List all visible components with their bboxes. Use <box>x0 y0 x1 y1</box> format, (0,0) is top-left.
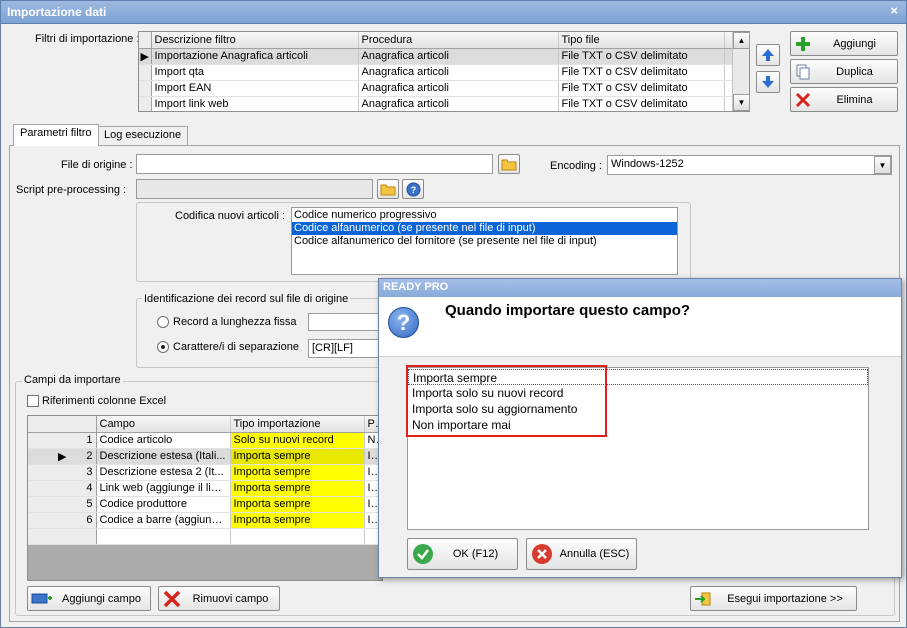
filters-col-filetype[interactable]: Tipo file <box>558 32 725 49</box>
table-row[interactable]: 6 Codice a barre (aggiung... Importa sem… <box>28 512 382 529</box>
filters-grid[interactable]: Descrizione filtro Procedura Tipo file ▶… <box>138 31 750 112</box>
cancel-icon <box>532 544 552 564</box>
highlight-box <box>406 365 607 437</box>
chevron-down-icon[interactable]: ▼ <box>874 156 891 174</box>
remove-field-button[interactable]: Rimuovi campo <box>158 586 280 611</box>
separator-radio[interactable]: Carattere/i di separazione <box>157 341 299 353</box>
browse-script-button[interactable] <box>377 179 399 199</box>
question-icon: ? <box>388 307 419 338</box>
dialog-title: READY PRO <box>379 279 901 297</box>
delete-x-icon <box>163 590 181 607</box>
table-row[interactable]: Import qta Anagrafica articoli File TXT … <box>139 64 749 81</box>
list-item[interactable]: Codice numerico progressivo <box>292 209 677 222</box>
run-import-button[interactable]: Esegui importazione >> <box>690 586 857 611</box>
fields-label: Campi da importare <box>22 374 123 386</box>
filters-label: Filtri di importazione : <box>35 33 140 45</box>
separator-input[interactable]: [CR][LF] <box>308 339 383 358</box>
duplicate-filter-button[interactable]: Duplica <box>790 59 898 84</box>
table-row[interactable]: Import link web Anagrafica articoli File… <box>139 96 749 111</box>
row-pointer-icon: ▶ <box>58 450 67 463</box>
fields-col-tipo[interactable]: Tipo importazione <box>230 416 365 433</box>
encoding-label: Encoding : <box>550 160 602 172</box>
coding-label: Codifica nuovi articoli : <box>175 210 286 222</box>
table-row[interactable]: 3 Descrizione estesa 2 (It... Importa se… <box>28 464 382 481</box>
dialog-question: Quando importare questo campo? <box>445 302 691 319</box>
excel-columns-checkbox[interactable]: Riferimenti colonne Excel <box>27 395 166 407</box>
copy-icon <box>796 64 810 79</box>
table-row[interactable]: ▶ Importazione Anagrafica articoli Anagr… <box>139 48 749 65</box>
fields-col-campo[interactable]: Campo <box>96 416 231 433</box>
table-row[interactable]: 4 Link web (aggiunge il link... Importa … <box>28 480 382 497</box>
window-titlebar: Importazione dati × <box>0 0 907 24</box>
source-file-label: File di origine : <box>61 159 133 171</box>
browse-file-button[interactable] <box>498 154 520 174</box>
fields-grid[interactable]: Campo Tipo importazione Pa 1 Codice arti… <box>27 415 383 581</box>
source-file-input[interactable] <box>136 154 493 174</box>
list-item[interactable]: Codice alfanumerico del fornitore (se pr… <box>292 235 677 248</box>
table-row[interactable]: Import EAN Anagrafica articoli File TXT … <box>139 80 749 97</box>
scroll-up-icon[interactable]: ▲ <box>733 32 750 49</box>
import-icon <box>695 592 711 605</box>
folder-icon <box>501 159 517 170</box>
script-input[interactable] <box>136 179 373 199</box>
encoding-select[interactable]: Windows-1252 ▼ <box>607 155 892 175</box>
move-up-button[interactable] <box>756 44 780 66</box>
list-item[interactable]: Codice alfanumerico (se presente nel fil… <box>292 222 677 235</box>
script-help-button[interactable]: ? <box>402 179 424 199</box>
check-icon <box>413 544 433 564</box>
filters-col-description[interactable]: Descrizione filtro <box>151 32 359 49</box>
add-field-button[interactable]: Aggiungi campo <box>27 586 151 611</box>
help-icon: ? <box>406 182 420 196</box>
add-filter-button[interactable]: Aggiungi <box>790 31 898 56</box>
fixed-length-input[interactable] <box>308 313 383 331</box>
tab-parametri-filtro[interactable]: Parametri filtro <box>13 124 99 146</box>
tab-log-esecuzione[interactable]: Log esecuzione <box>97 126 189 146</box>
close-icon[interactable]: × <box>890 3 898 18</box>
coding-listbox[interactable]: Codice numerico progressivo Codice alfan… <box>291 207 678 275</box>
add-field-icon <box>31 593 52 603</box>
move-down-button[interactable] <box>756 71 780 93</box>
ident-label: Identificazione dei record sul file di o… <box>142 293 351 305</box>
table-row[interactable]: 1 Codice articolo Solo su nuovi record N… <box>28 432 382 449</box>
import-mode-dialog: READY PRO ? Quando importare questo camp… <box>378 278 902 578</box>
arrow-down-icon <box>762 76 774 88</box>
filters-scrollbar[interactable]: ▲ ▼ <box>732 32 750 111</box>
script-label: Script pre-processing : <box>16 184 127 196</box>
window-title: Importazione dati <box>7 5 107 19</box>
ok-button[interactable]: OK (F12) <box>407 538 518 570</box>
plus-icon <box>796 36 810 51</box>
filters-col-procedure[interactable]: Procedura <box>358 32 559 49</box>
table-row[interactable]: ▶ 2 Descrizione estesa (Itali... Importa … <box>28 448 382 465</box>
folder-icon <box>380 184 396 195</box>
fixed-length-radio[interactable]: Record a lunghezza fissa <box>157 316 297 328</box>
scroll-down-icon[interactable]: ▼ <box>733 94 750 111</box>
table-row[interactable]: 5 Codice produttore Importa sempre Im <box>28 496 382 513</box>
delete-filter-button[interactable]: Elimina <box>790 87 898 112</box>
arrow-up-icon <box>762 49 774 61</box>
svg-text:?: ? <box>410 185 416 195</box>
cancel-button[interactable]: Annulla (ESC) <box>526 538 637 570</box>
row-pointer-icon: ▶ <box>139 48 152 65</box>
delete-x-icon <box>795 92 811 107</box>
